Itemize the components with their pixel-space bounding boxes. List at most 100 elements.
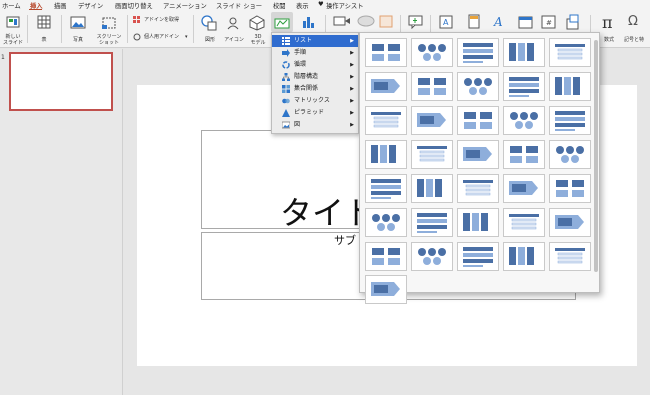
header-footer-button[interactable] xyxy=(466,13,482,31)
smartart-layout-tile[interactable] xyxy=(503,174,545,203)
smartart-layout-tile[interactable] xyxy=(457,242,499,271)
menu-item-process[interactable]: 手順 ▶ xyxy=(272,47,358,59)
submenu-arrow-icon: ▶ xyxy=(350,50,354,56)
new-comment-button[interactable] xyxy=(406,13,426,31)
tab-slideshow[interactable]: スライド ショー xyxy=(216,1,262,10)
smartart-layout-tile[interactable] xyxy=(411,38,453,67)
slide-subtitle-text: サブ xyxy=(334,234,356,247)
smartart-layout-tile[interactable] xyxy=(549,140,591,169)
layout-preview-icon xyxy=(418,44,446,61)
submenu-arrow-icon: ▶ xyxy=(350,86,354,92)
tab-design[interactable]: デザイン xyxy=(78,1,103,10)
smartart-layout-tile[interactable] xyxy=(549,242,591,271)
smartart-layout-tile[interactable] xyxy=(549,72,591,101)
lightbulb-icon: ♥ xyxy=(318,1,324,8)
smartart-layout-tile[interactable] xyxy=(365,208,407,237)
slide-number-button[interactable]: # xyxy=(540,13,558,31)
smartart-layout-tile[interactable] xyxy=(549,106,591,135)
smartart-layout-tile[interactable] xyxy=(365,174,407,203)
smartart-layout-tile[interactable] xyxy=(549,208,591,237)
smartart-layout-tile[interactable] xyxy=(411,174,453,203)
smartart-layout-tile[interactable] xyxy=(411,106,453,135)
list-icon xyxy=(282,37,290,45)
smartart-layout-tile[interactable] xyxy=(503,208,545,237)
table-button[interactable]: 表 xyxy=(32,13,56,43)
smartart-layout-tile[interactable] xyxy=(411,140,453,169)
smartart-layout-tile[interactable] xyxy=(457,208,499,237)
smartart-layout-tile[interactable] xyxy=(365,140,407,169)
table-label: 表 xyxy=(41,37,47,43)
layout-preview-icon xyxy=(509,247,534,265)
layout-preview-icon xyxy=(463,147,492,161)
new-slide-button[interactable]: 新しい スライド xyxy=(2,13,26,47)
smartart-layout-tile[interactable] xyxy=(365,72,407,101)
smartart-layout-tile[interactable] xyxy=(457,106,499,135)
smartart-layout-tile[interactable] xyxy=(411,208,453,237)
smartart-layout-tile[interactable] xyxy=(365,106,407,135)
equation-label: 数式 xyxy=(603,37,614,43)
submenu-arrow-icon: ▶ xyxy=(350,98,354,104)
screenshot-label2: ショット xyxy=(98,40,119,46)
wordart-button[interactable]: A xyxy=(491,13,509,31)
smartart-layout-tile[interactable] xyxy=(457,174,499,203)
slide-thumbnail[interactable] xyxy=(9,52,113,111)
screenshot-button[interactable]: スクリーン ショット xyxy=(94,13,122,47)
chart-button[interactable] xyxy=(298,12,320,32)
textbox-icon: A xyxy=(439,15,453,29)
calendar-icon xyxy=(518,16,533,29)
menu-item-hierarchy[interactable]: 階層構造 ▶ xyxy=(272,71,358,83)
menu-item-cycle[interactable]: 循環 ▶ xyxy=(272,59,358,71)
3d-model-button[interactable]: 3D モデル xyxy=(246,13,268,47)
layout-preview-icon xyxy=(555,44,585,60)
menu-item-matrix[interactable]: マトリックス ▶ xyxy=(272,95,358,107)
tab-draw[interactable]: 描画 xyxy=(54,1,67,10)
smartart-layout-tile[interactable] xyxy=(411,242,453,271)
my-addins-button[interactable]: 個人用アドイン ▾ xyxy=(133,32,193,42)
date-time-button[interactable] xyxy=(517,13,535,31)
tab-home[interactable]: ホーム xyxy=(2,1,21,10)
chart-icon xyxy=(303,17,314,28)
smartart-layout-tile[interactable] xyxy=(365,275,407,304)
equation-button[interactable]: π 数式 xyxy=(598,13,620,43)
smartart-layout-tile[interactable] xyxy=(457,140,499,169)
icons-button[interactable]: アイコン xyxy=(222,13,244,43)
smartart-layout-tile[interactable] xyxy=(503,242,545,271)
smartart-button[interactable] xyxy=(271,12,293,32)
tell-me-search[interactable]: 操作アシスト xyxy=(326,1,364,10)
menu-item-label: マトリックス xyxy=(294,97,330,104)
smartart-layout-tile[interactable] xyxy=(503,106,545,135)
textbox-button[interactable]: A xyxy=(437,13,457,31)
video-button[interactable] xyxy=(332,14,352,28)
smartart-layout-tile[interactable] xyxy=(549,174,591,203)
icons-label: アイコン xyxy=(224,37,244,43)
slide-number-icon: # xyxy=(541,15,556,29)
get-addins-button[interactable]: アドインを取得 xyxy=(133,15,193,25)
menu-item-list[interactable]: リスト ▶ xyxy=(272,35,358,47)
tab-transitions[interactable]: 画面切り替え xyxy=(115,1,153,10)
shapes-button[interactable]: 図形 xyxy=(198,13,220,43)
smartart-layout-tile[interactable] xyxy=(503,72,545,101)
object-button[interactable] xyxy=(564,13,582,31)
smartart-layout-tile[interactable] xyxy=(365,242,407,271)
tab-animations[interactable]: アニメーション xyxy=(163,1,207,10)
smartart-layout-tile[interactable] xyxy=(365,38,407,67)
menu-item-picture[interactable]: 図 ▶ xyxy=(272,119,358,131)
layout-preview-icon xyxy=(417,179,442,197)
smartart-layout-tile[interactable] xyxy=(457,72,499,101)
stamp-button xyxy=(378,14,394,28)
gallery-scrollbar[interactable] xyxy=(594,40,598,272)
layout-preview-icon xyxy=(372,214,400,231)
ribbon-divider xyxy=(127,15,128,43)
tab-review[interactable]: 校閲 xyxy=(273,1,286,10)
tab-view[interactable]: 表示 xyxy=(296,1,309,10)
smartart-layout-tile[interactable] xyxy=(457,38,499,67)
smartart-layout-tile[interactable] xyxy=(411,72,453,101)
smartart-layout-tile[interactable] xyxy=(503,38,545,67)
smartart-layout-tile[interactable] xyxy=(549,38,591,67)
smartart-layout-tile[interactable] xyxy=(503,140,545,169)
menu-item-pyramid[interactable]: ピラミッド ▶ xyxy=(272,107,358,119)
photo-button[interactable]: 写真 xyxy=(66,13,88,43)
menu-item-relationship[interactable]: 集合関係 ▶ xyxy=(272,83,358,95)
ribbon-divider xyxy=(193,15,194,43)
symbol-button[interactable]: Ω 記号と特 xyxy=(622,13,650,43)
